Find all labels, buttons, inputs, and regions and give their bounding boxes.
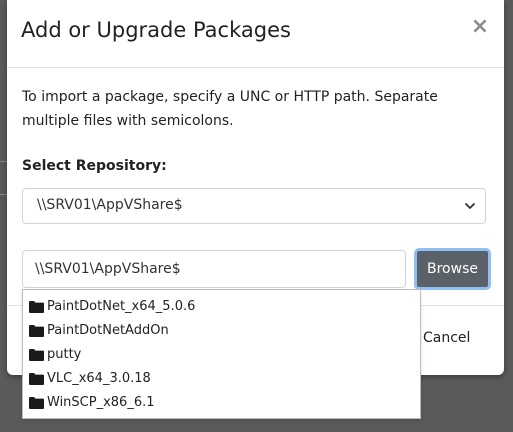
- repository-selected-value: \\SRV01\AppVShare$: [37, 197, 183, 213]
- suggestion-item[interactable]: WinSCP_x86_6.1: [23, 391, 420, 415]
- suggestion-label: PaintDotNetAddOn: [47, 323, 169, 338]
- suggestion-label: PaintDotNet_x64_5.0.6: [47, 299, 196, 314]
- folder-icon: [29, 301, 44, 313]
- suggestion-item[interactable]: PaintDotNetAddOn: [23, 319, 420, 343]
- suggestion-label: WinSCP_x86_6.1: [47, 395, 155, 410]
- repository-select[interactable]: \\SRV01\AppVShare$: [22, 188, 486, 224]
- suggestion-label: VLC_x64_3.0.18: [47, 371, 151, 386]
- close-button[interactable]: ×: [470, 14, 490, 40]
- suggestion-item[interactable]: VLC_x64_3.0.18: [23, 367, 420, 391]
- package-path-input[interactable]: [22, 250, 406, 288]
- modal-title: Add or Upgrade Packages: [21, 18, 291, 42]
- folder-icon: [29, 373, 44, 385]
- suggestion-item[interactable]: PaintDotNet_x64_5.0.6: [23, 295, 420, 319]
- cancel-button[interactable]: Cancel: [423, 330, 470, 346]
- suggestion-item[interactable]: putty: [23, 343, 420, 367]
- modal-header: Add or Upgrade Packages ×: [7, 0, 504, 68]
- folder-icon: [29, 397, 44, 409]
- suggestion-label: putty: [47, 347, 82, 362]
- folder-icon: [29, 325, 44, 337]
- path-suggestion-list: PaintDotNet_x64_5.0.6 PaintDotNetAddOn p…: [22, 289, 421, 419]
- folder-icon: [29, 349, 44, 361]
- browse-button[interactable]: Browse: [414, 248, 491, 290]
- repository-label: Select Repository:: [22, 158, 167, 174]
- help-text: To import a package, specify a UNC or HT…: [22, 89, 438, 129]
- close-icon: ×: [470, 14, 490, 39]
- chevron-down-icon: [465, 203, 475, 209]
